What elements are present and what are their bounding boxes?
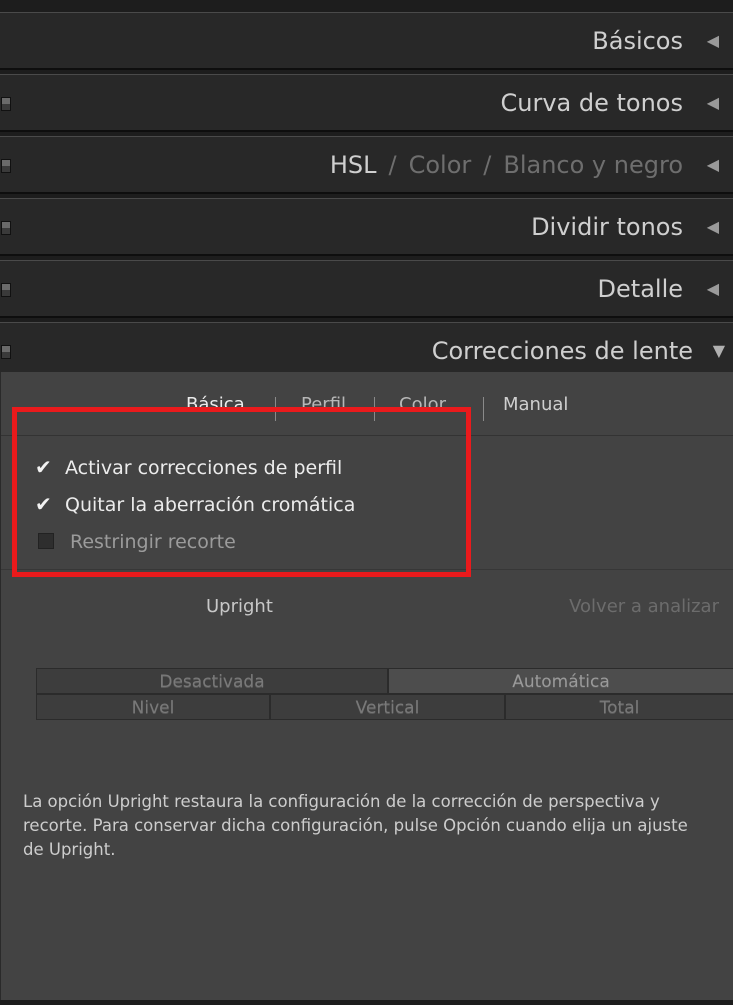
panel-title: Básicos	[592, 27, 683, 55]
panel-title: Curva de tonos	[500, 89, 684, 117]
lens-corrections-body: Básica Perfil Color Manual ✔ Activar corr…	[0, 372, 733, 1000]
triangle-left-icon[interactable]: ◀	[707, 137, 719, 193]
checkbox-constrain-crop[interactable]: Restringir recorte	[35, 529, 236, 555]
panel-title: Detalle	[597, 275, 683, 303]
upright-label: Upright	[206, 596, 273, 617]
triangle-down-icon[interactable]: ▼	[713, 323, 725, 379]
triangle-left-icon[interactable]: ◀	[707, 75, 719, 131]
check-mark-icon[interactable]: ✔	[35, 491, 55, 517]
checkbox-chromatic-aberration[interactable]: ✔ Quitar la aberración cromática	[35, 491, 355, 517]
checkbox-label: Restringir recorte	[70, 531, 236, 553]
reanalyze-button[interactable]: Volver a analizar	[569, 596, 719, 617]
panel-title: HSL / Color / Blanco y negro	[330, 137, 683, 193]
panel-title: Correcciones de lente	[431, 337, 693, 365]
tab-divider	[374, 397, 375, 421]
upright-level-button[interactable]: Nivel	[36, 694, 270, 720]
tab-color[interactable]: Color	[409, 151, 472, 179]
panel-switch-icon[interactable]	[1, 221, 11, 235]
upright-row-1: Desactivada Automática	[36, 668, 733, 694]
tab-divider	[483, 397, 484, 421]
panel-header-hsl[interactable]: HSL / Color / Blanco y negro ◀	[0, 136, 733, 194]
panel-switch-icon[interactable]	[1, 345, 11, 359]
panel-switch-icon[interactable]	[1, 159, 11, 173]
panel-header-split-toning[interactable]: Dividir tonos ◀	[0, 198, 733, 256]
upright-off-button[interactable]: Desactivada	[36, 668, 388, 694]
panel-switch-icon[interactable]	[1, 97, 11, 111]
separator: /	[388, 151, 397, 179]
upright-vertical-button[interactable]: Vertical	[270, 694, 505, 720]
panel-header-detail[interactable]: Detalle ◀	[0, 260, 733, 318]
triangle-left-icon[interactable]: ◀	[707, 13, 719, 69]
triangle-left-icon[interactable]: ◀	[707, 199, 719, 255]
section-divider	[1, 569, 733, 570]
upright-full-button[interactable]: Total	[505, 694, 733, 720]
upright-auto-button[interactable]: Automática	[388, 668, 733, 694]
panel-switch-icon[interactable]	[1, 283, 11, 297]
empty-checkbox-icon[interactable]	[38, 533, 54, 549]
bottom-edge	[0, 1000, 733, 1005]
panel-header-basic[interactable]: Básicos ◀	[0, 12, 733, 70]
develop-right-panel: Básicos ◀ Curva de tonos ◀ HSL / Color / Bla…	[0, 0, 733, 1005]
tab-basic[interactable]: Básica	[186, 394, 245, 415]
checkbox-profile-corrections[interactable]: ✔ Activar correcciones de perfil	[35, 454, 342, 480]
panel-title: Dividir tonos	[531, 213, 683, 241]
checkbox-label: Activar correcciones de perfil	[65, 457, 343, 479]
tab-manual[interactable]: Manual	[503, 394, 568, 415]
tab-color[interactable]: Color	[399, 394, 446, 415]
lens-tabs: Básica Perfil Color Manual	[1, 372, 733, 436]
triangle-left-icon[interactable]: ◀	[707, 261, 719, 317]
check-mark-icon[interactable]: ✔	[35, 454, 55, 480]
checkbox-label: Quitar la aberración cromática	[65, 494, 356, 516]
tab-black-white[interactable]: Blanco y negro	[503, 151, 683, 179]
tab-hsl[interactable]: HSL	[330, 151, 377, 179]
separator: /	[483, 151, 492, 179]
tab-divider	[275, 397, 276, 421]
upright-help-text: La opción Upright restaura la configurac…	[23, 792, 688, 859]
panel-header-lens-corrections[interactable]: Correcciones de lente ▼	[0, 322, 733, 374]
tab-profile[interactable]: Perfil	[301, 394, 346, 415]
upright-row-2: Nivel Vertical Total	[36, 694, 733, 720]
panel-header-tone-curve[interactable]: Curva de tonos ◀	[0, 74, 733, 132]
